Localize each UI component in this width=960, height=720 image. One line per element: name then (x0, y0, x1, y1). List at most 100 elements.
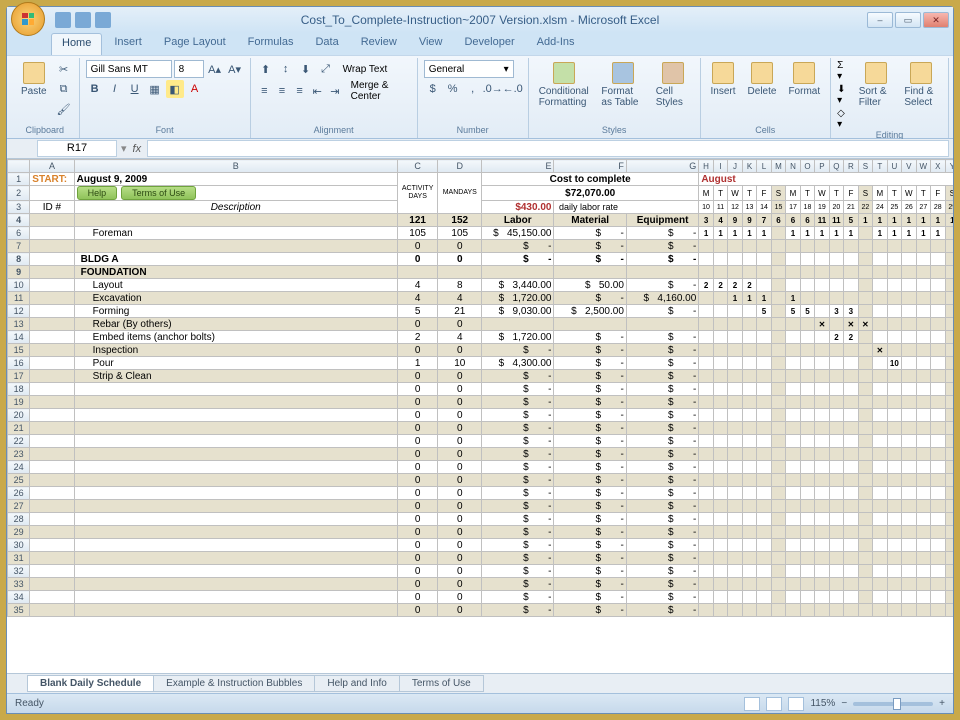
align-center-icon[interactable]: ≡ (274, 82, 290, 100)
ribbon-tab-page-layout[interactable]: Page Layout (154, 33, 236, 55)
ribbon-tab-data[interactable]: Data (305, 33, 348, 55)
number-format-select[interactable]: General▾ (424, 60, 514, 78)
wrap-text-button[interactable]: Wrap Text (343, 64, 388, 75)
sort-filter-button[interactable]: Sort & Filter (855, 60, 897, 110)
cell-styles-button[interactable]: Cell Styles (652, 60, 694, 110)
terms-button[interactable]: Terms of Use (121, 186, 196, 200)
font-size-select[interactable]: 8 (174, 60, 204, 78)
office-button[interactable] (11, 2, 45, 36)
indent-dec-icon[interactable]: ⇤ (309, 82, 325, 100)
ribbon-tab-home[interactable]: Home (51, 33, 102, 55)
sheet-tab[interactable]: Example & Instruction Bubbles (153, 675, 315, 692)
underline-button[interactable]: U (126, 80, 144, 98)
ribbon-tab-add-ins[interactable]: Add-Ins (527, 33, 585, 55)
cut-icon[interactable]: ✂ (55, 60, 73, 78)
minimize-button[interactable]: – (867, 12, 893, 28)
fill-color-icon[interactable]: ◧ (166, 80, 184, 98)
col-header[interactable]: W (916, 160, 930, 173)
select-all-cell[interactable] (8, 160, 30, 173)
col-header[interactable]: H (699, 160, 713, 173)
col-header[interactable]: T (873, 160, 887, 173)
col-header[interactable]: X (931, 160, 945, 173)
ribbon-tab-insert[interactable]: Insert (104, 33, 152, 55)
bold-button[interactable]: B (86, 80, 104, 98)
align-middle-icon[interactable]: ↕ (277, 60, 295, 78)
font-name-select[interactable]: Gill Sans MT (86, 60, 172, 78)
paste-button[interactable]: Paste (17, 60, 51, 99)
spreadsheet-grid[interactable]: ABCDEFGHIJKLMNOPQRSTUVWXYZAAABACADAE1STA… (7, 159, 953, 673)
col-header[interactable]: Q (829, 160, 843, 173)
ribbon-tab-review[interactable]: Review (351, 33, 407, 55)
maximize-button[interactable]: ▭ (895, 12, 921, 28)
align-bottom-icon[interactable]: ⬇ (297, 60, 315, 78)
format-as-table-button[interactable]: Format as Table (597, 60, 647, 110)
save-icon[interactable] (55, 12, 71, 28)
col-header[interactable]: G (626, 160, 698, 173)
autosum-icon[interactable]: Σ ▾ (837, 60, 851, 82)
sheet-tab[interactable]: Terms of Use (399, 675, 484, 692)
align-left-icon[interactable]: ≡ (257, 82, 273, 100)
col-header[interactable]: R (844, 160, 858, 173)
col-header[interactable]: Y (945, 160, 953, 173)
indent-inc-icon[interactable]: ⇥ (327, 82, 343, 100)
border-icon[interactable]: ▦ (146, 80, 164, 98)
ribbon-tab-view[interactable]: View (409, 33, 453, 55)
orientation-icon[interactable]: ⤢ (317, 60, 335, 78)
percent-icon[interactable]: % (444, 80, 462, 98)
col-header[interactable]: M (771, 160, 785, 173)
name-box[interactable]: R17 (37, 140, 117, 157)
format-painter-icon[interactable]: 🖌 (55, 100, 73, 118)
sheet-tab[interactable]: Help and Info (314, 675, 400, 692)
formula-bar[interactable] (147, 140, 949, 157)
col-header[interactable]: L (757, 160, 771, 173)
col-header[interactable]: P (815, 160, 829, 173)
shrink-font-icon[interactable]: A▾ (226, 60, 244, 78)
zoom-level[interactable]: 115% (810, 698, 835, 709)
col-header[interactable]: S (858, 160, 872, 173)
col-header[interactable]: O (800, 160, 814, 173)
col-header[interactable]: F (554, 160, 626, 173)
col-header[interactable]: V (902, 160, 916, 173)
zoom-slider[interactable] (853, 702, 933, 706)
view-normal-icon[interactable] (744, 697, 760, 711)
clear-icon[interactable]: ◇ ▾ (837, 108, 851, 130)
ribbon-tab-formulas[interactable]: Formulas (238, 33, 304, 55)
font-color-icon[interactable]: A (186, 80, 204, 98)
sheet-tab[interactable]: Blank Daily Schedule (27, 675, 154, 692)
delete-cells-button[interactable]: Delete (744, 60, 781, 99)
help-button[interactable]: Help (77, 186, 118, 200)
dec-decimal-icon[interactable]: ←.0 (504, 80, 522, 98)
find-select-button[interactable]: Find & Select (900, 60, 942, 110)
view-layout-icon[interactable] (766, 697, 782, 711)
copy-icon[interactable]: ⧉ (55, 80, 73, 98)
align-top-icon[interactable]: ⬆ (257, 60, 275, 78)
col-header[interactable]: K (742, 160, 756, 173)
col-header[interactable]: E (482, 160, 554, 173)
col-header[interactable]: C (397, 160, 438, 173)
close-button[interactable]: ✕ (923, 12, 949, 28)
format-cells-button[interactable]: Format (784, 60, 824, 99)
insert-cells-button[interactable]: Insert (707, 60, 740, 99)
inc-decimal-icon[interactable]: .0→ (484, 80, 502, 98)
redo-icon[interactable] (95, 12, 111, 28)
col-header[interactable]: N (786, 160, 800, 173)
italic-button[interactable]: I (106, 80, 124, 98)
zoom-out-button[interactable]: − (841, 698, 847, 709)
zoom-in-button[interactable]: + (939, 698, 945, 709)
undo-icon[interactable] (75, 12, 91, 28)
col-header[interactable]: J (728, 160, 742, 173)
view-break-icon[interactable] (788, 697, 804, 711)
ribbon-tab-developer[interactable]: Developer (454, 33, 524, 55)
col-header[interactable]: U (887, 160, 901, 173)
col-header[interactable]: A (30, 160, 74, 173)
conditional-formatting-button[interactable]: Conditional Formatting (535, 60, 594, 110)
fx-icon[interactable]: fx (127, 143, 148, 155)
col-header[interactable]: I (713, 160, 727, 173)
fill-icon[interactable]: ⬇ ▾ (837, 84, 851, 106)
col-header[interactable]: B (74, 160, 397, 173)
align-right-icon[interactable]: ≡ (292, 82, 308, 100)
comma-icon[interactable]: , (464, 80, 482, 98)
merge-center-button[interactable]: Merge & Center (351, 80, 411, 102)
currency-icon[interactable]: $ (424, 80, 442, 98)
col-header[interactable]: D (438, 160, 482, 173)
